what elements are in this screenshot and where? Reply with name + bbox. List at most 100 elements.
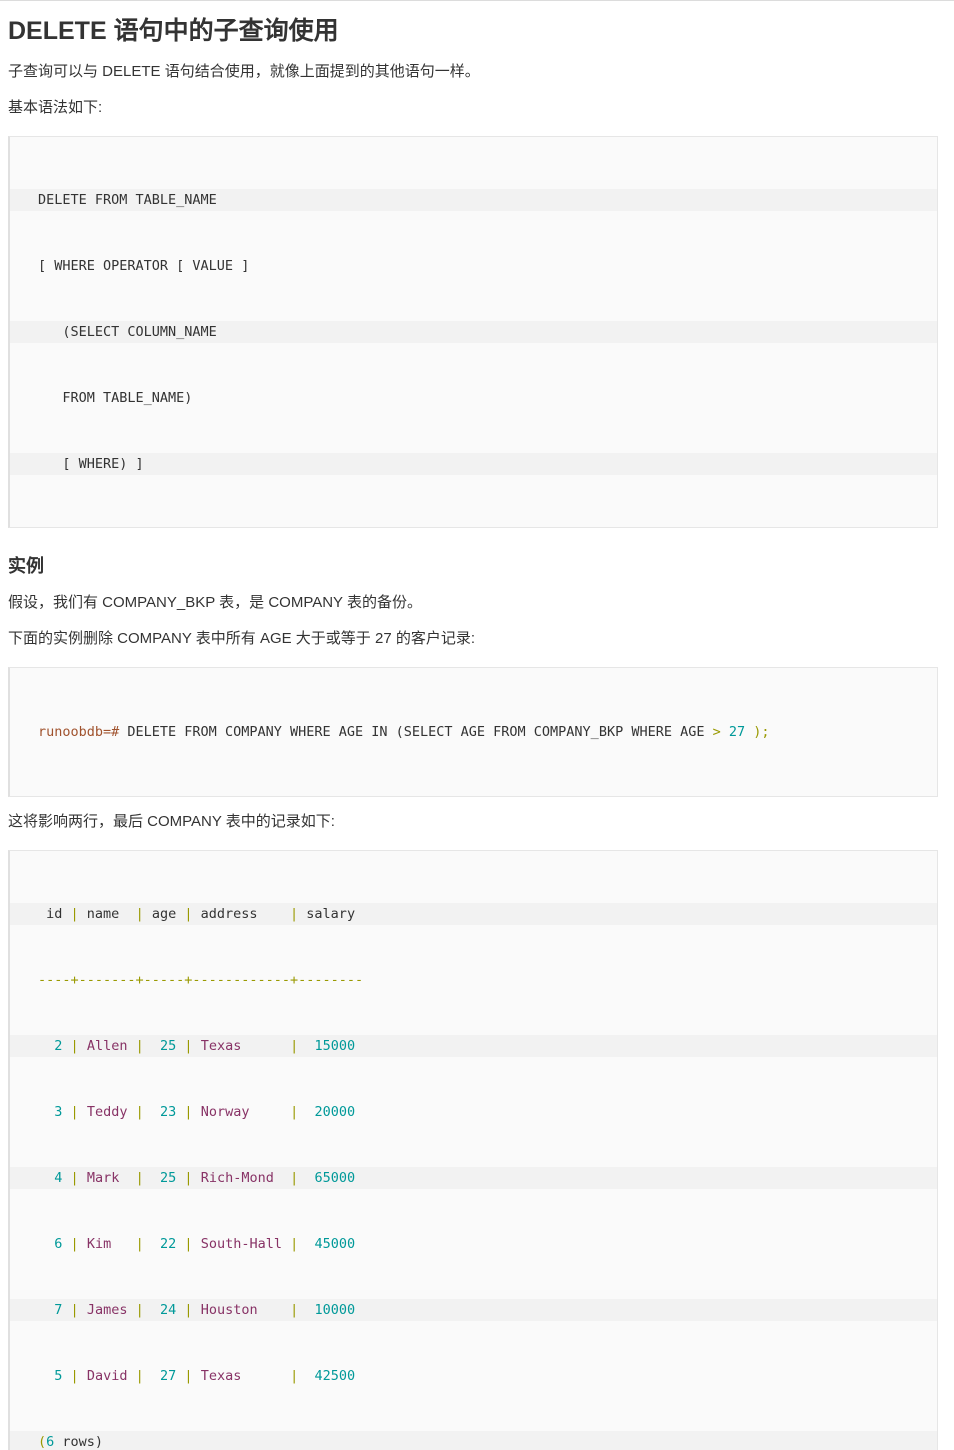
cell-age: 25 — [160, 1170, 177, 1186]
footer-row-label: rows) — [54, 1434, 104, 1450]
sql-statement-head: DELETE FROM COMPANY WHERE AGE IN (SELECT… — [119, 724, 713, 740]
cell-pad — [144, 1302, 160, 1318]
cell-pad — [193, 1368, 201, 1384]
cell-salary: 65000 — [314, 1170, 356, 1186]
cell-address: Texas — [200, 1368, 242, 1384]
cell-pad — [193, 1302, 201, 1318]
syntax-lead-paragraph: 基本语法如下: — [8, 99, 103, 116]
cell-pad — [62, 1302, 70, 1318]
cell-id: 4 — [54, 1170, 63, 1186]
sql-command-block: runoobdb=# DELETE FROM COMPANY WHERE AGE… — [8, 667, 938, 797]
cell-pad — [62, 1170, 70, 1186]
cell-age: 22 — [160, 1236, 177, 1252]
code-line: [ WHERE OPERATOR [ VALUE ] — [10, 255, 937, 277]
table-row: 3 | Teddy | 23 | Norway | 20000 — [10, 1101, 937, 1123]
cell-id: 5 — [54, 1368, 63, 1384]
cell-pad — [176, 1104, 184, 1120]
pipe-icon: | — [135, 1104, 144, 1120]
table-separator-row: ----+-------+-----+------------+-------- — [10, 969, 937, 991]
cell-pad — [79, 1038, 87, 1054]
cell-address: Texas — [200, 1038, 242, 1054]
cell-pad — [127, 1302, 135, 1318]
cell-pad — [176, 1170, 184, 1186]
cell-pad — [79, 1104, 87, 1120]
pipe-icon: | — [135, 1170, 144, 1186]
col-head-name: name — [78, 906, 136, 922]
sql-space — [721, 724, 729, 740]
cell-pad — [62, 1038, 70, 1054]
code-line: DELETE FROM TABLE_NAME — [10, 189, 937, 211]
cell-pad — [38, 1368, 54, 1384]
pipe-icon: | — [290, 906, 299, 922]
cell-pad — [298, 1038, 314, 1054]
cell-pad — [79, 1236, 87, 1252]
cell-pad — [79, 1302, 87, 1318]
cell-age: 24 — [160, 1302, 177, 1318]
cell-pad — [298, 1170, 314, 1186]
pipe-icon: | — [70, 1236, 79, 1252]
cell-pad — [127, 1368, 135, 1384]
cell-pad — [79, 1170, 87, 1186]
pipe-icon: | — [135, 1038, 144, 1054]
cell-pad — [144, 1236, 160, 1252]
cell-pad — [193, 1038, 201, 1054]
cell-pad — [193, 1170, 201, 1186]
result-lead-paragraph: 这将影响两行，最后 COMPANY 表中的记录如下: — [8, 813, 335, 830]
pipe-icon: | — [184, 906, 193, 922]
cell-name: David — [86, 1368, 128, 1384]
pipe-icon: | — [135, 1236, 144, 1252]
col-head-age: age — [143, 906, 185, 922]
pipe-icon: | — [184, 1302, 193, 1318]
code-line: FROM TABLE_NAME) — [10, 387, 937, 409]
cell-id: 2 — [54, 1038, 63, 1054]
pipe-icon: | — [184, 1368, 193, 1384]
pipe-icon: | — [290, 1170, 299, 1186]
cell-pad — [193, 1104, 201, 1120]
cell-pad — [38, 1302, 54, 1318]
pipe-icon: | — [135, 1368, 144, 1384]
cell-pad — [298, 1302, 314, 1318]
cell-pad — [176, 1038, 184, 1054]
pipe-icon: | — [290, 1236, 299, 1252]
pipe-icon: | — [184, 1038, 193, 1054]
cell-age: 27 — [160, 1368, 177, 1384]
sql-operator: > — [712, 724, 721, 740]
pipe-icon: | — [184, 1170, 193, 1186]
cell-pad — [38, 1170, 54, 1186]
cell-name: Teddy — [86, 1104, 128, 1120]
table-row: 5 | David | 27 | Texas | 42500 — [10, 1365, 937, 1387]
pipe-icon: | — [70, 1104, 79, 1120]
cell-pad — [176, 1368, 184, 1384]
cell-pad — [38, 1104, 54, 1120]
cell-salary: 10000 — [314, 1302, 356, 1318]
cell-address: Houston — [200, 1302, 258, 1318]
cell-salary: 42500 — [314, 1368, 356, 1384]
cell-pad — [298, 1104, 314, 1120]
cell-id: 7 — [54, 1302, 63, 1318]
cell-id: 6 — [54, 1236, 63, 1252]
table-row: 2 | Allen | 25 | Texas | 15000 — [10, 1035, 937, 1057]
cell-age: 25 — [160, 1038, 177, 1054]
cell-pad — [62, 1104, 70, 1120]
pipe-icon: | — [184, 1236, 193, 1252]
cell-pad — [144, 1368, 160, 1384]
code-line: [ WHERE) ] — [10, 453, 937, 475]
sql-statement-tail: ); — [745, 724, 770, 740]
col-head-salary: salary — [298, 906, 356, 922]
footer-open-paren: ( — [38, 1434, 47, 1450]
pipe-icon: | — [290, 1302, 299, 1318]
pipe-icon: | — [70, 1368, 79, 1384]
cell-pad — [38, 1038, 54, 1054]
pipe-icon: | — [135, 906, 144, 922]
sql-number-literal: 27 — [728, 724, 746, 740]
table-row: 4 | Mark | 25 | Rich-Mond | 65000 — [10, 1167, 937, 1189]
cell-salary: 45000 — [314, 1236, 356, 1252]
cell-pad — [79, 1368, 87, 1384]
pipe-icon: | — [70, 1038, 79, 1054]
pipe-icon: | — [135, 1302, 144, 1318]
psql-prompt: runoobdb=# — [38, 724, 120, 740]
cell-address: South-Hall — [200, 1236, 282, 1252]
cell-id: 3 — [54, 1104, 63, 1120]
cell-pad — [176, 1236, 184, 1252]
cell-name: James — [86, 1302, 128, 1318]
